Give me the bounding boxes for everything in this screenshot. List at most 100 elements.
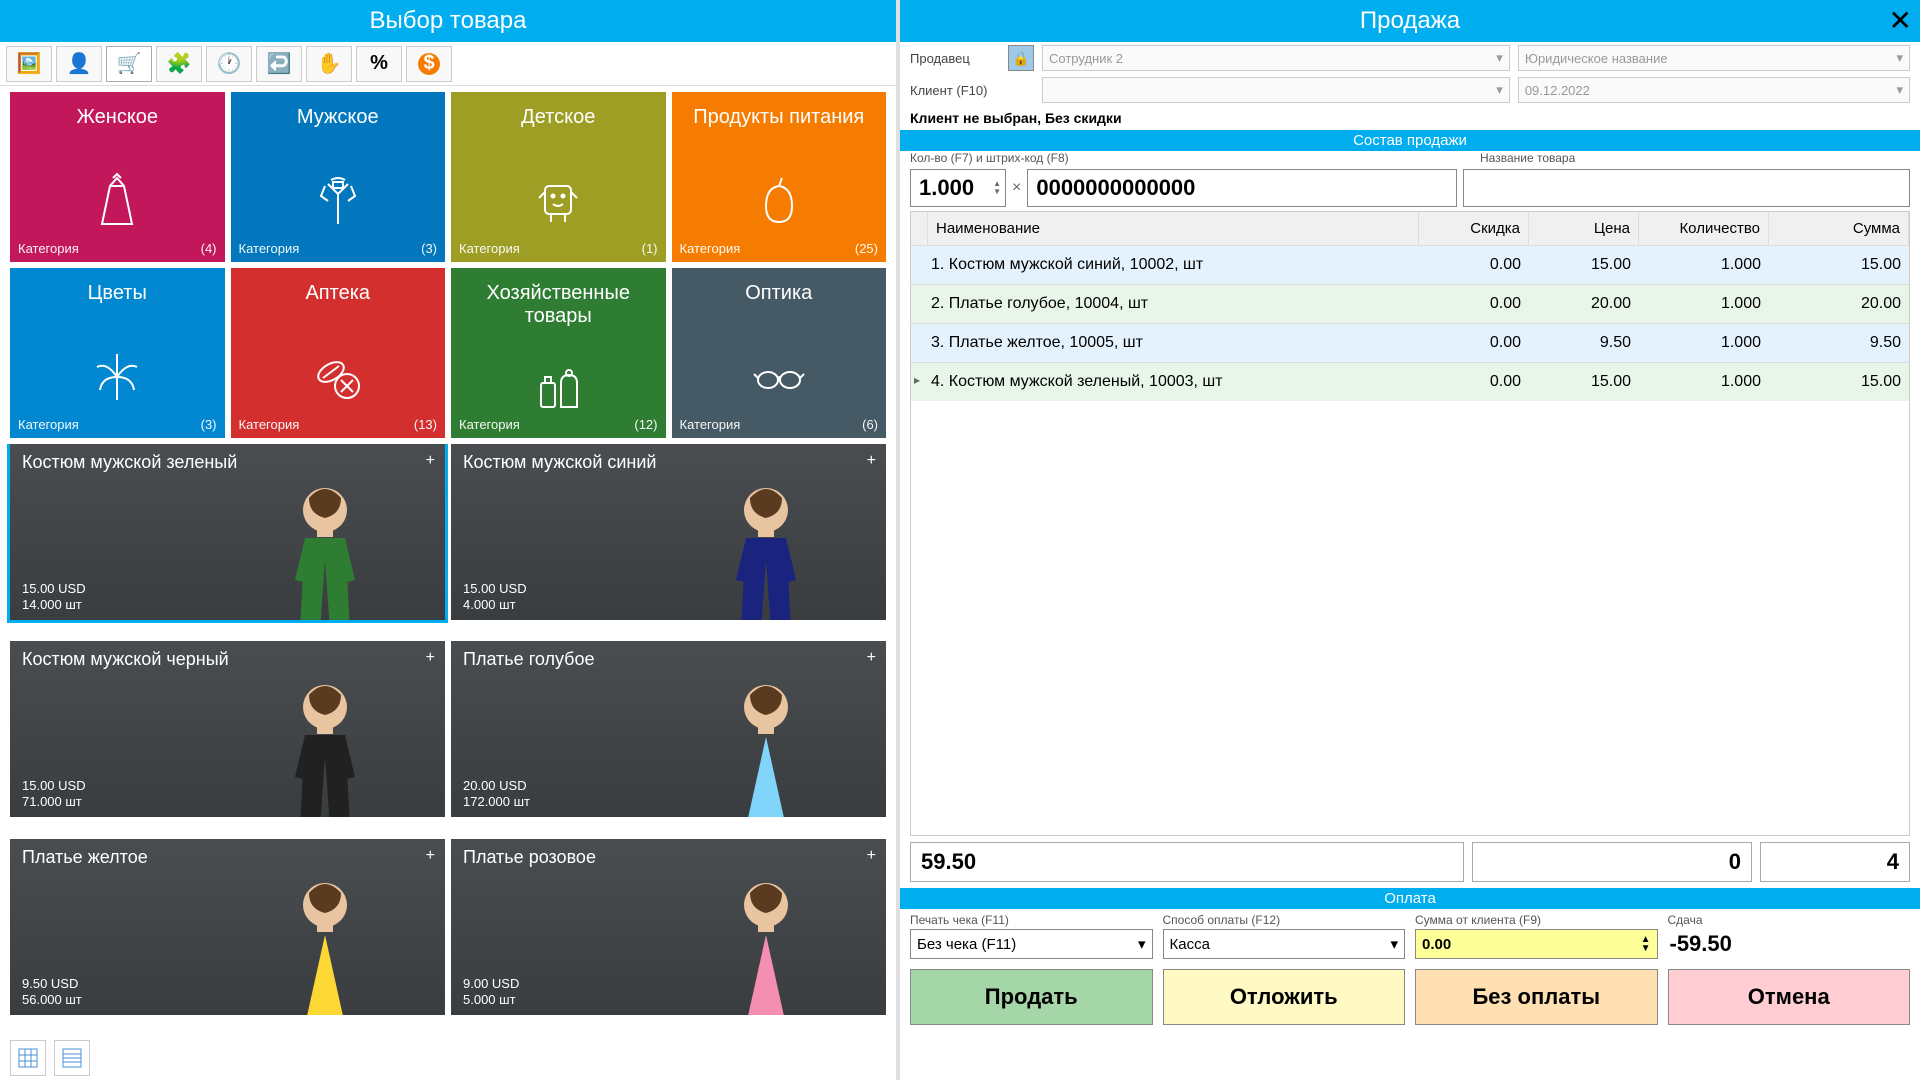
category-tile[interactable]: Мужское Категория (3) — [231, 92, 446, 262]
add-icon[interactable]: + — [426, 452, 435, 470]
category-tile[interactable]: Женское Категория (4) — [10, 92, 225, 262]
row-price: 15.00 — [1529, 246, 1639, 284]
client-field[interactable]: ▾ — [1042, 77, 1510, 103]
close-icon[interactable]: ✕ — [1889, 4, 1912, 37]
sell-button[interactable]: Продать — [910, 969, 1153, 1025]
toolbar-btn-2[interactable]: 👤 — [56, 46, 102, 82]
sale-row[interactable]: 3. Платье желтое, 10005, шт 0.00 9.50 1.… — [911, 323, 1909, 362]
category-tile[interactable]: Детское Категория(1) — [451, 92, 666, 262]
toolbar-btn-4[interactable]: 🧩 — [156, 46, 202, 82]
add-icon[interactable]: + — [426, 649, 435, 667]
toolbar: 🖼️ 👤 🛒 🧩 🕐 ↩️ ✋ % $ — [0, 42, 896, 86]
lock-icon[interactable]: 🔒 — [1008, 45, 1034, 71]
category-grid: Женское Категория (4) Мужское Категория (3)… — [0, 86, 896, 444]
section-items-bar: Состав продажи — [900, 130, 1920, 151]
product-image — [686, 667, 846, 817]
right-header: Продажа ✕ — [900, 0, 1920, 42]
toolbar-btn-3[interactable]: 🛒 — [106, 46, 152, 82]
qty-barcode-label: Кол-во (F7) и штрих-код (F8) — [910, 151, 1480, 165]
row-price: 15.00 — [1529, 363, 1639, 401]
toolbar-btn-5[interactable]: 🕐 — [206, 46, 252, 82]
product-grid: Костюм мужской зеленый + 15.00 USD 14.00… — [0, 444, 896, 1036]
product-price: 15.00 USD — [22, 581, 86, 596]
category-title: Женское — [76, 106, 158, 129]
sale-row[interactable]: 1. Костюм мужской синий, 10002, шт 0.00 … — [911, 245, 1909, 284]
product-price: 20.00 USD — [463, 778, 527, 793]
client-amount-label: Сумма от клиента (F9) — [1415, 913, 1658, 927]
product-tile[interactable]: Костюм мужской черный + 15.00 USD 71.000… — [10, 641, 445, 817]
list-view-icon[interactable] — [54, 1040, 90, 1076]
row-disc: 0.00 — [1419, 363, 1529, 401]
product-tile[interactable]: Костюм мужской зеленый + 15.00 USD 14.00… — [10, 444, 445, 620]
grid-view-icon[interactable] — [10, 1040, 46, 1076]
section-pay-bar: Оплата — [900, 888, 1920, 909]
total-sum: 59.50 — [910, 842, 1464, 882]
product-name-input[interactable] — [1463, 169, 1910, 207]
add-icon[interactable]: + — [426, 847, 435, 865]
category-tile[interactable]: Хозяйственные товары Категория(12) — [451, 268, 666, 438]
cancel-button[interactable]: Отмена — [1668, 969, 1911, 1025]
row-qty: 1.000 — [1639, 246, 1769, 284]
toolbar-btn-1[interactable]: 🖼️ — [6, 46, 52, 82]
product-tile[interactable]: Платье розовое + 9.00 USD 5.000 шт — [451, 839, 886, 1015]
add-icon[interactable]: + — [867, 649, 876, 667]
product-qty: 172.000 шт — [463, 794, 530, 809]
category-tile[interactable]: Цветы Категория(3) — [10, 268, 225, 438]
category-title: Аптека — [305, 282, 370, 305]
category-count: (4) — [201, 241, 217, 256]
category-count: (3) — [421, 241, 437, 256]
add-icon[interactable]: + — [867, 452, 876, 470]
nopay-button[interactable]: Без оплаты — [1415, 969, 1658, 1025]
sale-row[interactable]: 2. Платье голубое, 10004, шт 0.00 20.00 … — [911, 284, 1909, 323]
receipt-select[interactable]: Без чека (F11)▾ — [910, 929, 1153, 959]
sale-table-header: Наименование Скидка Цена Количество Сумм… — [911, 212, 1909, 245]
category-tile[interactable]: Аптека Категория(13) — [231, 268, 446, 438]
left-title: Выбор товара — [370, 7, 527, 35]
category-footer-label: Категория — [18, 241, 79, 256]
toolbar-btn-7[interactable]: ✋ — [306, 46, 352, 82]
product-qty: 71.000 шт — [22, 794, 82, 809]
toolbar-btn-9[interactable]: $ — [406, 46, 452, 82]
product-price: 15.00 USD — [463, 581, 527, 596]
method-select[interactable]: Касса▾ — [1163, 929, 1406, 959]
product-tile[interactable]: Платье желтое + 9.50 USD 56.000 шт — [10, 839, 445, 1015]
date-field[interactable]: 09.12.2022▾ — [1518, 77, 1910, 103]
add-icon[interactable]: + — [867, 847, 876, 865]
row-sum: 9.50 — [1769, 324, 1909, 362]
client-label: Клиент (F10) — [910, 83, 1000, 98]
category-title: Детское — [521, 106, 595, 129]
receipt-label: Печать чека (F11) — [910, 913, 1153, 927]
client-amount-input[interactable]: 0.00▲▼ — [1415, 929, 1658, 959]
category-count: (1) — [642, 241, 658, 256]
product-image — [245, 667, 405, 817]
sale-table: Наименование Скидка Цена Количество Сумм… — [910, 211, 1910, 836]
toolbar-btn-6[interactable]: ↩️ — [256, 46, 302, 82]
multiply-icon: × — [1012, 179, 1021, 197]
category-title: Оптика — [745, 282, 812, 305]
sale-row[interactable]: ▸ 4. Костюм мужской зеленый, 10003, шт 0… — [911, 362, 1909, 401]
barcode-input[interactable]: 0000000000000 — [1027, 169, 1457, 207]
product-tile[interactable]: Костюм мужской синий + 15.00 USD 4.000 ш… — [451, 444, 886, 620]
row-name: 1. Костюм мужской синий, 10002, шт — [923, 246, 1419, 284]
seller-label: Продавец — [910, 51, 1000, 66]
category-footer-label: Категория — [239, 241, 300, 256]
toolbar-btn-8[interactable]: % — [356, 46, 402, 82]
product-image — [686, 865, 846, 1015]
row-qty: 1.000 — [1639, 324, 1769, 362]
seller-field[interactable]: Сотрудник 2▾ — [1042, 45, 1510, 71]
qty-input[interactable]: 1.000▲▼ — [910, 169, 1006, 207]
product-tile[interactable]: Платье голубое + 20.00 USD 172.000 шт — [451, 641, 886, 817]
category-title: Мужское — [297, 106, 379, 129]
row-marker — [911, 324, 923, 362]
category-tile[interactable]: Оптика Категория(6) — [672, 268, 887, 438]
right-title: Продажа — [1360, 7, 1460, 35]
hold-button[interactable]: Отложить — [1163, 969, 1406, 1025]
company-field[interactable]: Юридическое название▾ — [1518, 45, 1910, 71]
category-tile[interactable]: Продукты питания Категория(25) — [672, 92, 887, 262]
row-marker — [911, 285, 923, 323]
category-count: (6) — [862, 417, 878, 432]
method-label: Способ оплаты (F12) — [1163, 913, 1406, 927]
category-footer-label: Категория — [680, 241, 741, 256]
product-qty: 14.000 шт — [22, 597, 82, 612]
total-discount: 0 — [1472, 842, 1752, 882]
